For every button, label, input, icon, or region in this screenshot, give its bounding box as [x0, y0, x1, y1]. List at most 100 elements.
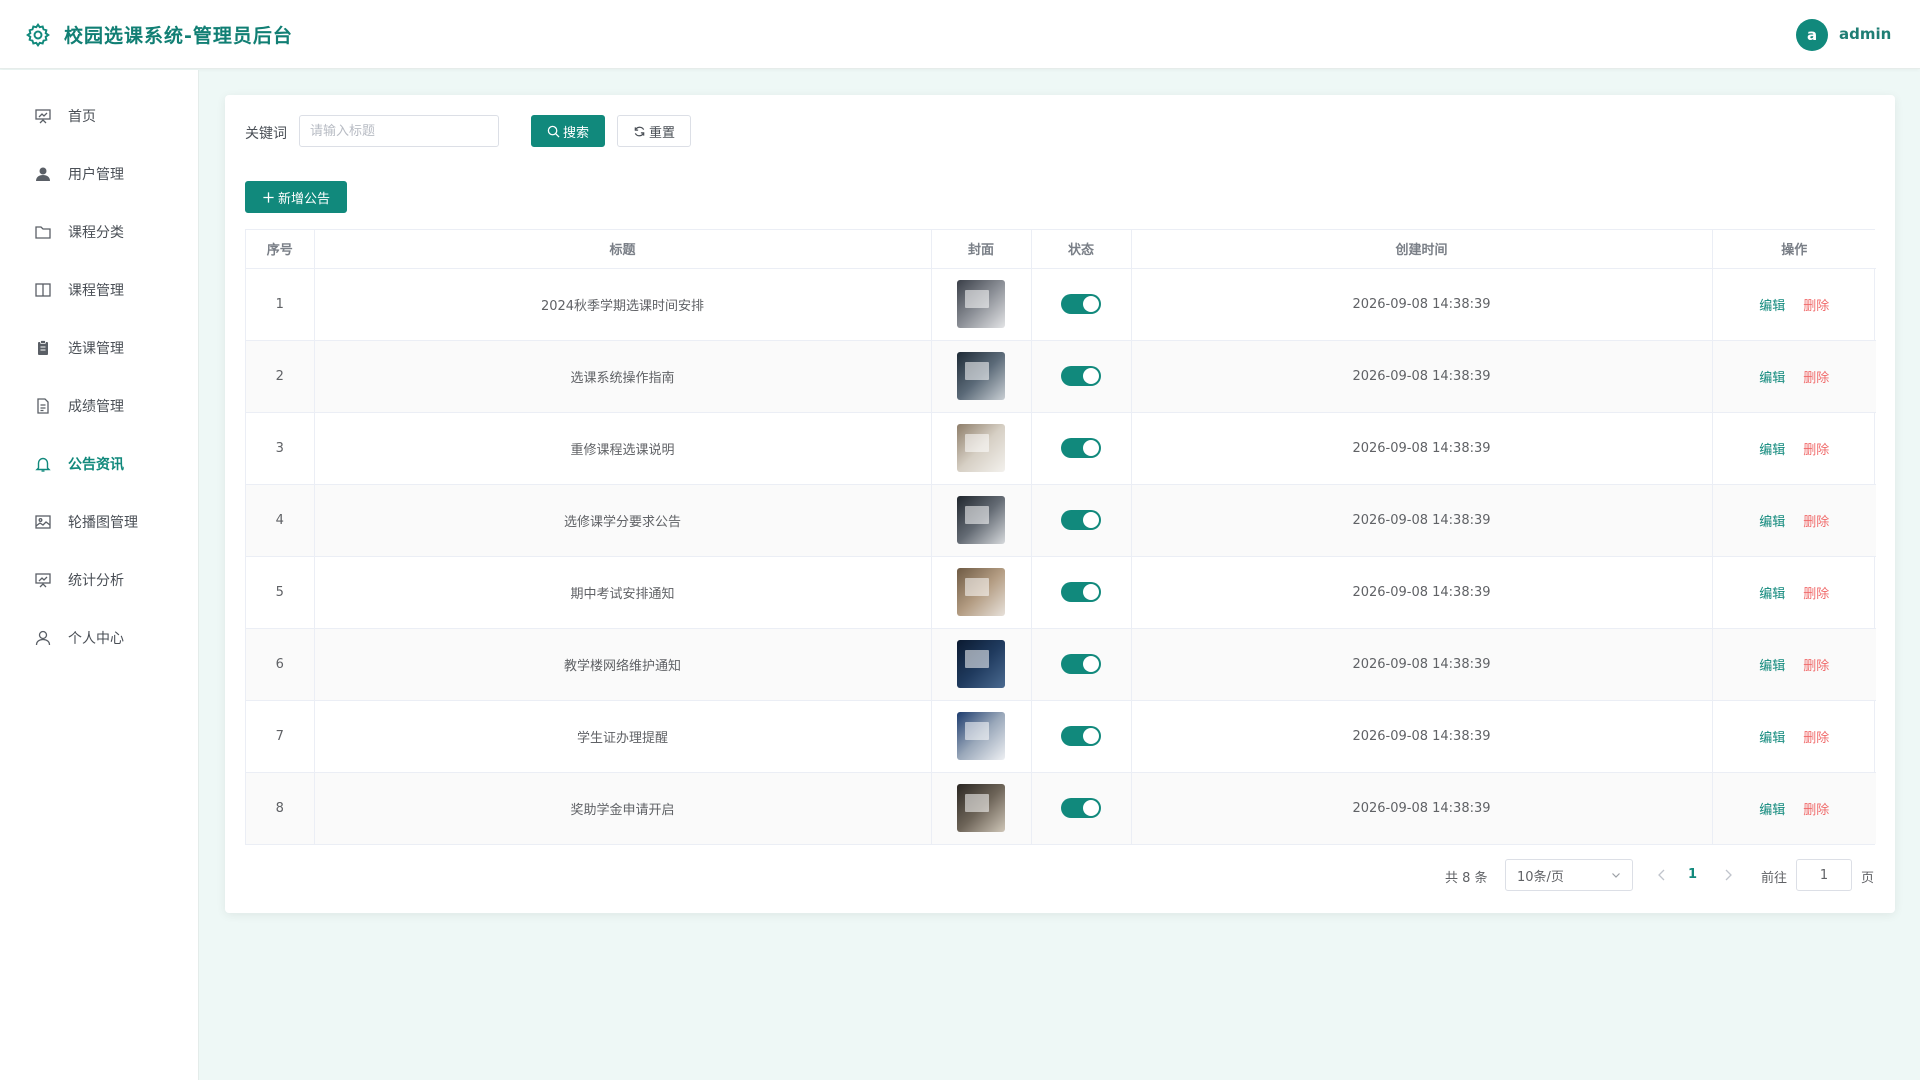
search-button[interactable]: 搜索: [531, 115, 605, 147]
chevron-left-icon[interactable]: [1655, 867, 1669, 883]
row-created: 2026-09-08 14:38:39: [1131, 484, 1713, 557]
edit-link[interactable]: 编辑: [1759, 587, 1785, 602]
column-header-created: 创建时间: [1131, 230, 1713, 269]
edit-link[interactable]: 编辑: [1759, 371, 1785, 386]
pagination-total: 共 8 条: [1445, 871, 1488, 886]
sidebar-item-course-category[interactable]: 课程分类: [0, 207, 199, 257]
sidebar-item-home[interactable]: 首页: [0, 91, 199, 141]
row-created: 2026-09-08 14:38:39: [1131, 628, 1713, 701]
sidebar-item-statistics[interactable]: 统计分析: [0, 555, 199, 605]
table-row: 1 2024秋季学期选课时间安排 2026-09-08 14:38:39 编辑 删…: [246, 268, 1876, 341]
delete-link[interactable]: 删除: [1803, 299, 1829, 314]
edit-link[interactable]: 编辑: [1759, 443, 1785, 458]
sidebar: 首页 用户管理 课程分类 课程管理 选课管理 成绩管理 公告资讯 轮播图管理 统…: [0, 70, 199, 1080]
edit-link[interactable]: 编辑: [1759, 659, 1785, 674]
status-toggle[interactable]: [1061, 294, 1101, 314]
sidebar-item-label: 成绩管理: [68, 399, 124, 415]
cover-thumbnail[interactable]: [957, 496, 1005, 544]
edit-link[interactable]: 编辑: [1759, 731, 1785, 746]
search-button-label: 搜索: [562, 125, 589, 141]
chart-board-icon: [35, 573, 51, 588]
announcement-table: 序号 标题 封面 状态 创建时间 操作 1 2024秋季学期选课时间安排 202…: [245, 229, 1876, 845]
chevron-down-icon: [1612, 873, 1620, 878]
status-toggle[interactable]: [1061, 726, 1101, 746]
row-title: 重修课程选课说明: [314, 412, 932, 485]
status-toggle[interactable]: [1061, 582, 1101, 602]
cover-thumbnail[interactable]: [957, 352, 1005, 400]
edit-link[interactable]: 编辑: [1759, 803, 1785, 818]
pagination-goto-input[interactable]: [1796, 859, 1852, 891]
sidebar-item-carousel[interactable]: 轮播图管理: [0, 497, 199, 547]
page-size-select[interactable]: 10条/页: [1505, 859, 1633, 891]
sidebar-item-announcements[interactable]: 公告资讯: [0, 439, 199, 489]
sidebar-item-label: 公告资讯: [68, 457, 124, 473]
delete-link[interactable]: 删除: [1803, 731, 1829, 746]
delete-link[interactable]: 删除: [1803, 443, 1829, 458]
status-toggle[interactable]: [1061, 654, 1101, 674]
status-toggle[interactable]: [1061, 798, 1101, 819]
avatar[interactable]: a: [1796, 19, 1828, 51]
row-created: 2026-09-08 14:38:39: [1131, 340, 1713, 413]
table-row: 2 选课系统操作指南 2026-09-08 14:38:39 编辑 删除: [246, 340, 1876, 413]
status-toggle[interactable]: [1061, 438, 1101, 458]
chevron-right-icon[interactable]: [1721, 867, 1735, 883]
cover-thumbnail[interactable]: [957, 712, 1005, 760]
edit-link[interactable]: 编辑: [1759, 299, 1785, 314]
column-header-status: 状态: [1031, 230, 1132, 269]
sidebar-item-label: 统计分析: [68, 573, 124, 589]
sidebar-item-grade-manage[interactable]: 成绩管理: [0, 381, 199, 431]
row-title: 学生证办理提醒: [314, 700, 932, 773]
row-title: 期中考试安排通知: [314, 556, 932, 629]
book-open-icon: [35, 283, 51, 297]
delete-link[interactable]: 删除: [1803, 371, 1829, 386]
clipboard-icon: [38, 340, 48, 355]
row-title: 教学楼网络维护通知: [314, 628, 932, 701]
status-toggle[interactable]: [1061, 510, 1101, 530]
row-index: 1: [246, 268, 315, 341]
chart-board-icon: [35, 109, 51, 124]
status-toggle[interactable]: [1061, 366, 1101, 386]
cover-thumbnail[interactable]: [957, 784, 1005, 833]
pagination-current-page[interactable]: 1: [1688, 867, 1697, 882]
user-icon: [35, 630, 51, 646]
table-row: 7 学生证办理提醒 2026-09-08 14:38:39 编辑 删除: [246, 700, 1876, 773]
row-index: 8: [246, 772, 315, 844]
cover-thumbnail[interactable]: [957, 568, 1005, 616]
reset-button[interactable]: 重置: [617, 115, 691, 147]
reset-button-label: 重置: [648, 125, 675, 141]
row-created: 2026-09-08 14:38:39: [1131, 556, 1713, 629]
row-created: 2026-09-08 14:38:39: [1131, 412, 1713, 485]
delete-link[interactable]: 删除: [1803, 587, 1829, 602]
column-header-index: 序号: [246, 230, 315, 269]
refresh-icon: [634, 126, 645, 136]
sidebar-item-selection-manage[interactable]: 选课管理: [0, 323, 199, 373]
edit-link[interactable]: 编辑: [1759, 515, 1785, 530]
delete-link[interactable]: 删除: [1803, 659, 1829, 674]
table-row: 8 奖助学金申请开启 2026-09-08 14:38:39 编辑 删除: [246, 772, 1876, 844]
table-row: 5 期中考试安排通知 2026-09-08 14:38:39 编辑 删除: [246, 556, 1876, 629]
table-row: 6 教学楼网络维护通知 2026-09-08 14:38:39 编辑 删除: [246, 628, 1876, 701]
picture-icon: [35, 515, 51, 529]
username[interactable]: admin: [1839, 25, 1891, 43]
sidebar-item-label: 用户管理: [68, 167, 124, 183]
keyword-input[interactable]: [299, 115, 499, 147]
delete-link[interactable]: 删除: [1803, 515, 1829, 530]
cover-thumbnail[interactable]: [957, 280, 1005, 328]
user-filled-icon: [36, 167, 50, 181]
sidebar-item-course-manage[interactable]: 课程管理: [0, 265, 199, 315]
row-index: 6: [246, 628, 315, 701]
table-row: 3 重修课程选课说明 2026-09-08 14:38:39 编辑 删除: [246, 412, 1876, 485]
delete-link[interactable]: 删除: [1803, 803, 1829, 818]
row-title: 2024秋季学期选课时间安排: [314, 268, 932, 341]
sidebar-item-label: 课程管理: [68, 283, 124, 299]
sidebar-item-users[interactable]: 用户管理: [0, 149, 199, 199]
pagination-goto-label: 前往: [1761, 871, 1788, 886]
cover-thumbnail[interactable]: [957, 640, 1005, 688]
column-header-cover: 封面: [931, 230, 1032, 269]
column-header-title: 标题: [314, 230, 932, 269]
cover-thumbnail[interactable]: [957, 424, 1005, 472]
add-announcement-button[interactable]: 新增公告: [245, 181, 347, 213]
bell-icon: [35, 457, 51, 472]
sidebar-item-profile[interactable]: 个人中心: [0, 613, 199, 663]
row-title: 选课系统操作指南: [314, 340, 932, 413]
